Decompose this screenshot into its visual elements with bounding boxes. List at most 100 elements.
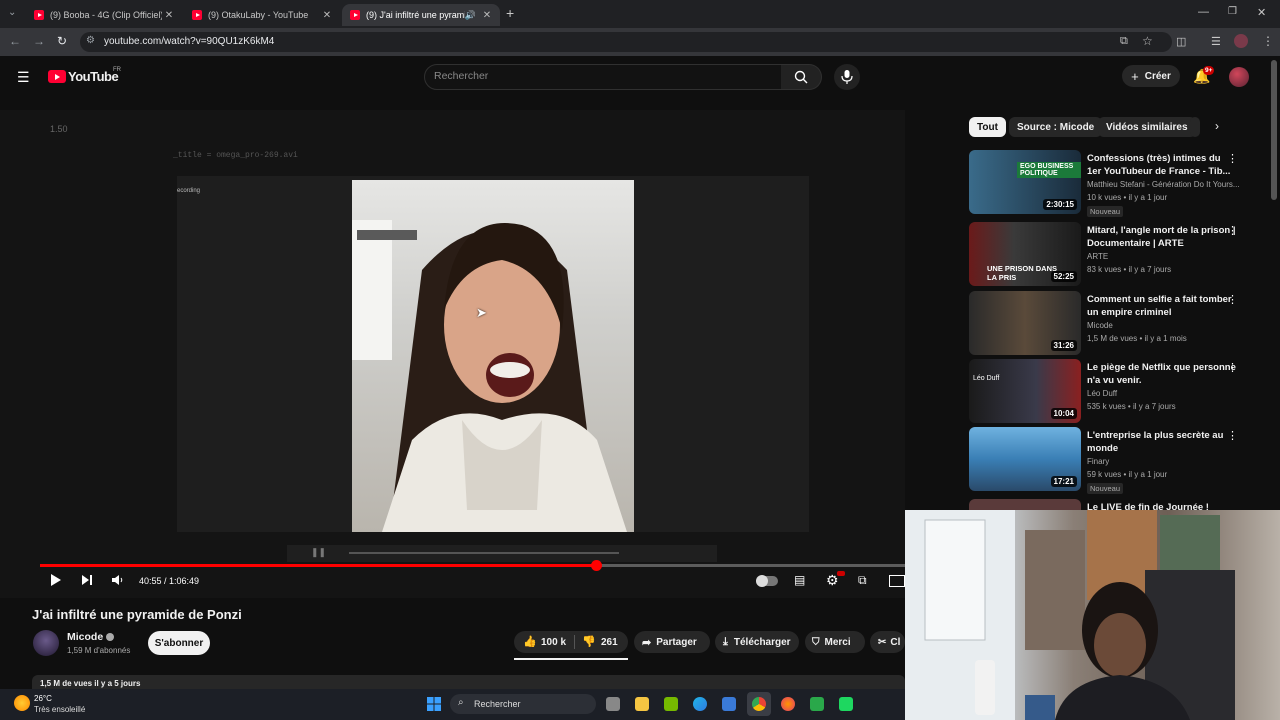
back-icon[interactable]: ←: [9, 34, 21, 48]
theater-mode-button[interactable]: [889, 575, 905, 587]
recommended-video[interactable]: Le LIVE de fin de Journée !: [969, 499, 1249, 510]
profile-avatar[interactable]: [1234, 34, 1248, 48]
youtube-logo-icon[interactable]: [48, 70, 66, 83]
tab-search-icon[interactable]: ⌄: [8, 7, 16, 18]
minimize-icon[interactable]: —: [1198, 6, 1209, 18]
tab-otakulaby[interactable]: (9) OtakuLaby - YouTube ✕: [184, 4, 340, 26]
chip-similar-videos[interactable]: Vidéos similaires: [1098, 117, 1196, 137]
tab-current-video[interactable]: (9) J'ai infiltré une pyramide 🔊 ✕: [342, 4, 500, 26]
extensions-icon[interactable]: ◫: [1176, 35, 1186, 48]
thumbnail[interactable]: UNE PRISON DANS LA PRIS 52:25: [969, 222, 1081, 286]
bookmark-star-icon[interactable]: ☆: [1142, 34, 1153, 48]
forward-icon[interactable]: →: [33, 34, 45, 48]
description-box[interactable]: 1,5 M de vues il y a 5 jours: [32, 675, 905, 689]
tab-close-icon[interactable]: ✕: [320, 10, 334, 21]
recommended-video[interactable]: UNE PRISON DANS LA PRIS 52:25 Mitard, l'…: [969, 222, 1249, 286]
tab-booba[interactable]: (9) Booba - 4G (Clip Officiel) - Y ✕: [26, 4, 182, 26]
search-button[interactable]: [781, 64, 822, 90]
weather-temperature[interactable]: 26°C: [34, 694, 52, 703]
nvidia-icon[interactable]: [664, 697, 678, 711]
rec-title[interactable]: Comment un selfie a fait tomber un empir…: [1087, 293, 1237, 319]
close-window-icon[interactable]: ✕: [1257, 6, 1266, 19]
rec-channel[interactable]: Léo Duff: [1087, 389, 1117, 398]
more-options-icon[interactable]: ⋮: [1227, 361, 1238, 374]
rec-channel[interactable]: Matthieu Stefani - Génération Do It Your…: [1087, 180, 1240, 189]
recommended-video[interactable]: Léo Duff 10:04 Le piège de Netflix que p…: [969, 359, 1249, 423]
taskbar-search[interactable]: ⌕ Rechercher: [450, 694, 596, 714]
new-tab-button[interactable]: +: [506, 5, 514, 21]
thumbnail[interactable]: 17:21: [969, 427, 1081, 491]
reading-list-icon[interactable]: ☰: [1211, 35, 1221, 48]
reload-icon[interactable]: ↻: [57, 34, 67, 48]
chevron-right-icon[interactable]: ›: [1215, 119, 1219, 133]
app-icon[interactable]: [810, 697, 824, 711]
task-view-icon[interactable]: [606, 697, 620, 711]
create-label: Créer: [1144, 70, 1171, 82]
play-button[interactable]: [50, 573, 62, 590]
recommended-video[interactable]: 17:21 L'entreprise la plus secrète au mo…: [969, 427, 1249, 494]
windows-start-icon[interactable]: [427, 697, 441, 711]
create-button[interactable]: + Créer: [1122, 65, 1180, 87]
rec-title[interactable]: L'entreprise la plus secrète au monde: [1087, 429, 1237, 455]
maximize-icon[interactable]: ❐: [1228, 6, 1237, 17]
thumbnail[interactable]: 31:26: [969, 291, 1081, 355]
weather-sun-icon[interactable]: [14, 695, 30, 711]
inner-player-controls: ❚❚: [287, 545, 717, 562]
share-button[interactable]: ➦ Partager: [634, 631, 710, 653]
subscribe-button[interactable]: S'abonner: [148, 631, 210, 655]
more-options-icon[interactable]: ⋮: [1227, 429, 1238, 442]
site-info-icon[interactable]: ⚙: [86, 35, 95, 46]
more-options-icon[interactable]: ⋮: [1227, 293, 1238, 306]
rec-title[interactable]: Le piège de Netflix que personne n'a vu …: [1087, 361, 1237, 387]
thanks-label: Merci: [824, 636, 851, 648]
youtube-favicon-icon: [350, 10, 360, 20]
volume-button[interactable]: [111, 574, 124, 589]
thumbnail[interactable]: [969, 499, 1081, 510]
browser-menu-icon[interactable]: ⋮: [1262, 34, 1274, 48]
youtube-logo-text[interactable]: YouTube: [68, 69, 119, 84]
views-meta: 1,5 M de vues il y a 5 jours: [40, 679, 141, 688]
tab-close-icon[interactable]: ✕: [480, 10, 494, 21]
miniplayer-button[interactable]: ⧉: [858, 573, 867, 588]
clip-button[interactable]: ✂ Cl: [870, 631, 905, 653]
tab-close-icon[interactable]: ✕: [162, 10, 176, 21]
progress-bar[interactable]: [40, 560, 905, 571]
firefox-icon[interactable]: [781, 697, 795, 711]
subtitles-button[interactable]: ▤: [794, 573, 805, 587]
rec-channel[interactable]: Finary: [1087, 457, 1109, 466]
thumbs-down-icon[interactable]: 👎: [582, 635, 596, 648]
install-app-icon[interactable]: ⧉: [1120, 35, 1128, 48]
autoplay-toggle[interactable]: [756, 575, 778, 587]
download-button[interactable]: ⤓ Télécharger: [715, 631, 799, 653]
store-icon[interactable]: [722, 697, 736, 711]
app-icon-2[interactable]: [839, 697, 853, 711]
chip-source-micode[interactable]: Source : Micode: [1009, 117, 1103, 137]
hamburger-menu-icon[interactable]: ☰: [17, 69, 30, 86]
next-button[interactable]: [81, 574, 93, 589]
thanks-button[interactable]: ⛉ Merci: [805, 631, 865, 653]
more-options-icon[interactable]: ⋮: [1227, 224, 1238, 237]
file-explorer-icon[interactable]: [635, 697, 649, 711]
rec-title[interactable]: Mitard, l'angle mort de la prison | Docu…: [1087, 224, 1237, 250]
chip-more[interactable]: [1190, 117, 1200, 137]
channel-avatar[interactable]: [33, 630, 59, 656]
edge-browser-icon[interactable]: [693, 697, 707, 711]
rec-title[interactable]: Confessions (très) intimes du 1er YouTub…: [1087, 152, 1237, 178]
url-text[interactable]: youtube.com/watch?v=90QU1zK6kM4: [104, 36, 274, 47]
dislike-count: 261: [601, 637, 618, 648]
like-count[interactable]: 100 k: [541, 637, 566, 648]
recommended-video[interactable]: EGO BUSINESS POLITIQUE 2:30:15 Confessio…: [969, 150, 1249, 217]
thumbnail[interactable]: Léo Duff 10:04: [969, 359, 1081, 423]
chip-all[interactable]: Tout: [969, 117, 1006, 137]
more-options-icon[interactable]: ⋮: [1227, 152, 1238, 165]
rec-channel[interactable]: Micode: [1087, 321, 1113, 330]
account-avatar[interactable]: [1229, 67, 1249, 87]
channel-name[interactable]: Micode: [67, 631, 103, 643]
rec-title[interactable]: Le LIVE de fin de Journée !: [1087, 501, 1237, 510]
voice-search-button[interactable]: [834, 64, 860, 90]
recommended-video[interactable]: 31:26 Comment un selfie a fait tomber un…: [969, 291, 1249, 355]
page-scrollbar[interactable]: [1271, 60, 1277, 200]
chrome-icon[interactable]: [752, 697, 766, 711]
thumbnail[interactable]: EGO BUSINESS POLITIQUE 2:30:15: [969, 150, 1081, 214]
rec-channel[interactable]: ARTE: [1087, 252, 1108, 261]
